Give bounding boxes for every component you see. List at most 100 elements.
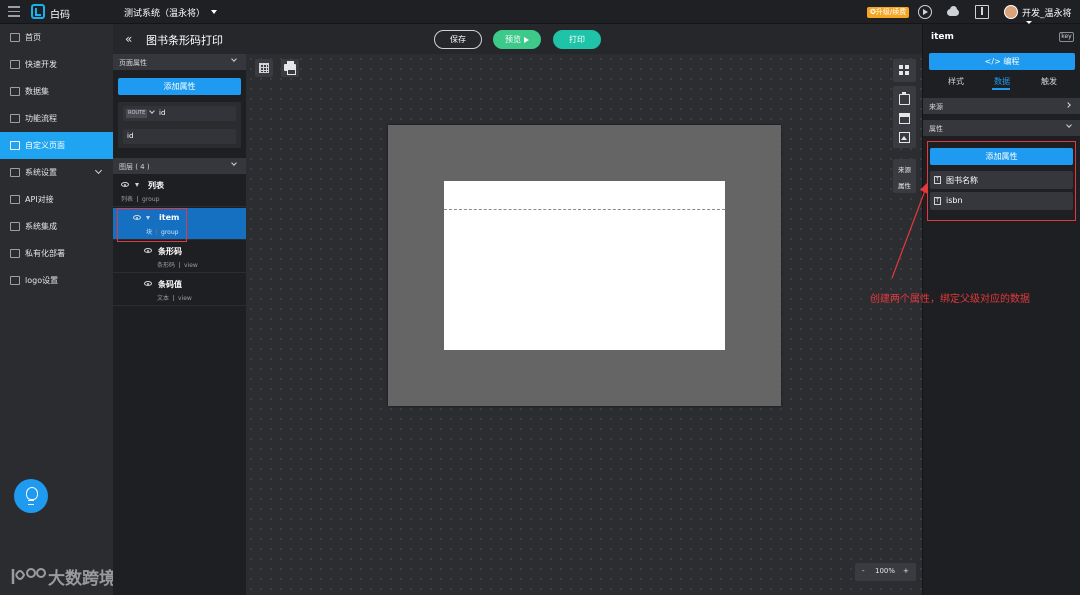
attr-section-header[interactable]: 属性	[923, 120, 1080, 136]
nav-item-label: 功能流程	[25, 114, 57, 123]
table-icon[interactable]	[899, 113, 910, 124]
attributes-highlight-box	[927, 141, 1076, 221]
system-select[interactable]: 测试系统（温永将）	[124, 6, 218, 19]
image-icon[interactable]	[899, 132, 910, 143]
zoom-in-button[interactable]: +	[903, 567, 909, 575]
eye-icon[interactable]	[144, 281, 152, 286]
active-tab-indicator	[992, 88, 1010, 90]
param-key: id	[159, 109, 166, 117]
main-nav: 首页 快速开发 数据集 功能流程 自定义页面 系统设置 API对接 系统集成 私…	[0, 24, 116, 595]
layers-header[interactable]: 图层 ( 4 )	[113, 158, 246, 174]
grid-toggle-button[interactable]	[255, 59, 273, 77]
watermark-logo-icon	[11, 568, 46, 584]
top-bar: 白码 测试系统（温永将） ✪升级/续费 开发_温永将	[0, 0, 1080, 24]
param-box: ROUTE id id	[118, 102, 241, 148]
nav-item-quick-dev[interactable]: 快速开发	[0, 51, 113, 78]
layer-name: 条码值	[158, 280, 182, 289]
avatar[interactable]	[1004, 5, 1018, 19]
printer-icon	[284, 61, 296, 75]
source-tab[interactable]: 来源	[893, 164, 916, 174]
preview-button[interactable]: 预览	[493, 30, 541, 49]
print-preview-button[interactable]	[281, 59, 299, 77]
chevron-right-icon	[1065, 102, 1071, 108]
export-icon[interactable]	[975, 5, 989, 19]
source-section-header[interactable]: 来源	[923, 98, 1080, 114]
api-icon	[10, 195, 20, 204]
zoom-level: 100%	[875, 567, 896, 575]
print-button[interactable]: 打印	[553, 30, 601, 49]
nav-item-private-deploy[interactable]: 私有化部署	[0, 240, 113, 267]
param-value: id	[127, 132, 134, 140]
nav-item-label: 自定义页面	[25, 141, 65, 150]
watermark: 大数跨境	[10, 564, 116, 589]
nav-item-home[interactable]: 首页	[0, 24, 113, 51]
nav-item-settings[interactable]: 系统设置	[0, 159, 113, 186]
nav-item-label: 数据集	[25, 87, 49, 96]
upgrade-badge[interactable]: ✪升级/续费	[867, 7, 910, 18]
key-tag[interactable]: key	[1059, 32, 1074, 42]
layer-item[interactable]: 条形码 条形码 view	[113, 241, 246, 273]
back-icon[interactable]: «	[125, 32, 132, 46]
chevron-down-icon	[1066, 122, 1072, 128]
components-button[interactable]	[893, 59, 916, 82]
app-logo-icon	[31, 4, 45, 19]
page-props-header[interactable]: 页面属性	[113, 54, 246, 70]
page-frame	[388, 125, 781, 406]
watermark-text: 大数跨境	[48, 569, 116, 589]
eye-icon[interactable]	[121, 182, 129, 187]
tab-data[interactable]: 数据	[994, 76, 1010, 87]
nav-item-custom-page[interactable]: 自定义页面	[0, 132, 113, 159]
zoom-out-button[interactable]: -	[862, 567, 865, 575]
nav-item-label: logo设置	[25, 276, 59, 285]
page-icon	[10, 141, 20, 150]
eye-icon[interactable]	[144, 248, 152, 253]
menu-collapse-icon[interactable]	[8, 6, 20, 17]
integration-icon	[10, 222, 20, 231]
user-name: 开发_温永将	[1022, 9, 1072, 19]
home-icon	[10, 33, 20, 42]
canvas-area[interactable]: 来源 属性 - 100% +	[246, 54, 922, 595]
layer-type-cn: 文本	[157, 295, 170, 302]
nav-item-label: 快速开发	[25, 60, 57, 69]
flow-icon	[10, 114, 20, 123]
lightbulb-icon[interactable]	[14, 479, 48, 513]
left-panel: 页面属性 添加属性 ROUTE id id 图层 ( 4 ) 列表 列表 grou…	[113, 54, 246, 595]
right-panel: item key </> 编程 样式 数据 触发 来源 属性 添加属性 T 图书名…	[922, 24, 1080, 595]
layer-item[interactable]: 条码值 文本 view	[113, 274, 246, 306]
chevron-down-icon	[94, 166, 103, 175]
system-name: 测试系统（温永将）	[124, 9, 206, 19]
chevron-down-icon	[231, 160, 237, 166]
nav-item-flow[interactable]: 功能流程	[0, 105, 113, 132]
cloud-icon[interactable]	[946, 5, 960, 19]
param-key-row[interactable]: ROUTE id	[123, 106, 236, 121]
nav-item-label: 系统集成	[25, 222, 57, 231]
nav-item-integration[interactable]: 系统集成	[0, 213, 113, 240]
layer-name: 条形码	[158, 247, 182, 256]
param-value-row[interactable]: id	[123, 129, 236, 144]
play-icon	[524, 37, 529, 43]
add-attribute-button[interactable]: 添加属性	[118, 78, 241, 95]
nav-item-logo[interactable]: logo设置	[0, 267, 113, 294]
components-icon	[899, 65, 910, 76]
run-icon[interactable]	[918, 5, 932, 19]
tab-trigger[interactable]: 触发	[1041, 76, 1057, 87]
item-block[interactable]	[444, 181, 725, 350]
layer-item[interactable]: 列表 列表 group	[113, 175, 246, 207]
source-tag[interactable]: ROUTE	[126, 109, 148, 118]
nav-item-label: 系统设置	[25, 168, 57, 177]
cube-icon	[10, 60, 20, 69]
section-title: 属性	[929, 125, 943, 133]
tab-style[interactable]: 样式	[948, 76, 964, 87]
grid-icon	[259, 63, 269, 73]
page-title: 图书条形码打印	[146, 34, 223, 47]
clipboard-icon[interactable]	[899, 92, 910, 105]
section-title: 图层 ( 4 )	[119, 163, 150, 171]
nav-item-label: 首页	[25, 33, 41, 42]
chevron-down-icon	[231, 56, 237, 62]
nav-item-dataset[interactable]: 数据集	[0, 78, 113, 105]
code-button[interactable]: </> 编程	[929, 53, 1075, 70]
nav-item-api[interactable]: API对接	[0, 186, 113, 213]
caret-down-icon[interactable]	[135, 183, 139, 187]
save-button[interactable]: 保存	[434, 30, 482, 49]
layer-type: group	[142, 196, 160, 203]
